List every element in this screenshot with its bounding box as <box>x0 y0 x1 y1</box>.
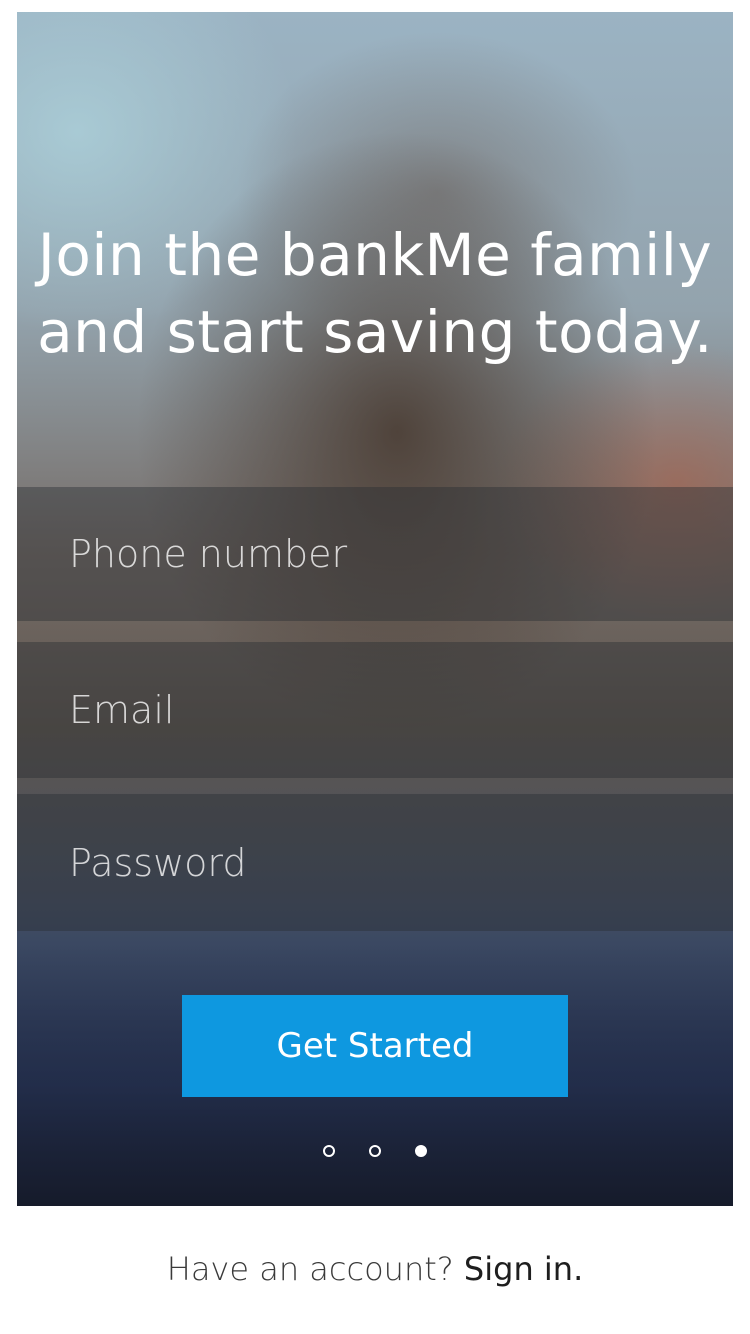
signup-screen: Join the bankMe family and start saving … <box>0 0 750 1334</box>
headline: Join the bankMe family and start saving … <box>37 221 713 366</box>
get-started-button[interactable]: Get Started <box>182 995 568 1097</box>
password-input[interactable] <box>17 794 733 931</box>
page-dot-3-active[interactable] <box>415 1145 427 1157</box>
page-dot-1[interactable] <box>323 1145 335 1157</box>
email-input[interactable] <box>17 642 733 778</box>
sign-in-link[interactable]: Sign in. <box>464 1250 583 1288</box>
hero-background-image: Join the bankMe family and start saving … <box>17 12 733 1206</box>
phone-number-input[interactable] <box>17 487 733 621</box>
page-indicator <box>17 1145 733 1157</box>
page-dot-2[interactable] <box>369 1145 381 1157</box>
have-account-prompt: Have an account? <box>166 1250 454 1288</box>
signin-row: Have an account? Sign in. <box>0 1250 750 1288</box>
